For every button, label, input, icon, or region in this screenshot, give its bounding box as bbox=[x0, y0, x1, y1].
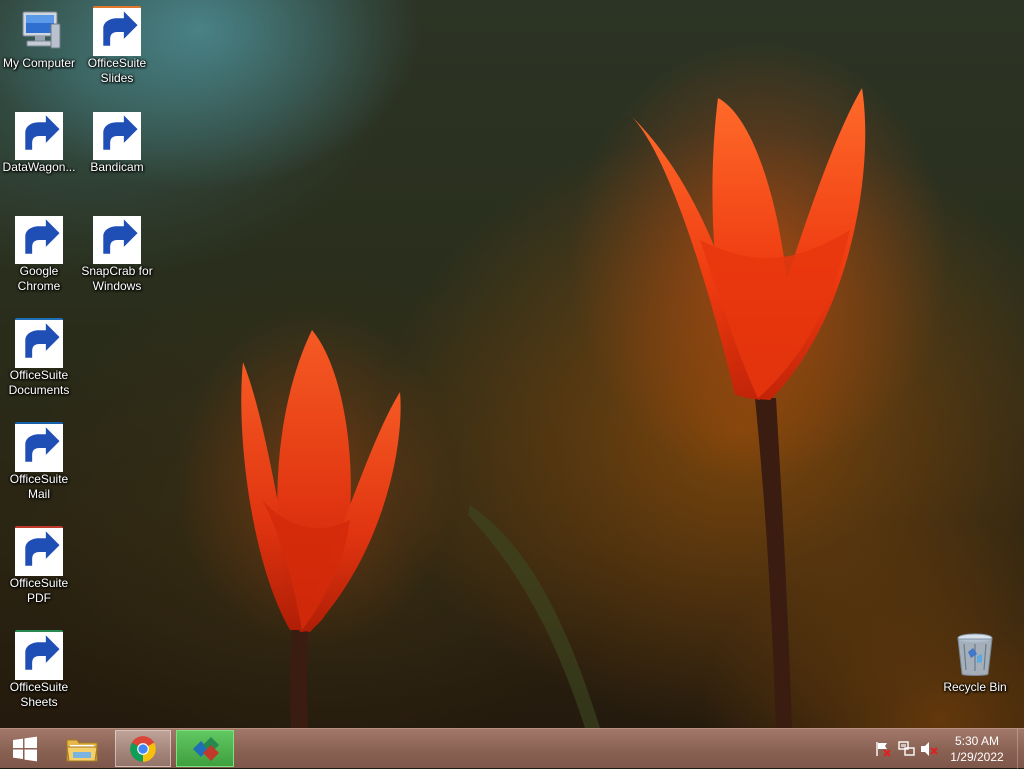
desktop-icon-google-chrome[interactable]: Google Chrome bbox=[0, 210, 78, 306]
icon-label: Google Chrome bbox=[17, 264, 61, 293]
computer-icon bbox=[22, 11, 61, 49]
shortcut-arrow-icon bbox=[93, 112, 141, 160]
desktop-icon-officesuite-slides[interactable]: OfficeSuite Slides bbox=[78, 2, 156, 98]
shortcut-arrow-icon bbox=[93, 216, 141, 264]
icon-label: OfficeSuite Sheets bbox=[9, 680, 69, 709]
desktop-icon-my-computer[interactable]: My Computer bbox=[0, 2, 78, 98]
taskbar-officesuite[interactable] bbox=[176, 730, 234, 767]
taskbar-google-chrome[interactable] bbox=[115, 730, 171, 767]
desktop[interactable]: My Computer OfficeSuite Slides DataWagon… bbox=[0, 0, 1024, 728]
icon-label: Recycle Bin bbox=[943, 680, 1007, 694]
icon-label: My Computer bbox=[2, 56, 76, 70]
chrome-icon bbox=[130, 735, 156, 762]
desktop-icon-officesuite-sheets[interactable]: OfficeSuite Sheets bbox=[0, 626, 78, 722]
icon-label: OfficeSuite Slides bbox=[87, 56, 147, 85]
shortcut-arrow-icon bbox=[15, 528, 63, 576]
desktop-icon-officesuite-pdf[interactable]: OfficeSuite PDF bbox=[0, 522, 78, 618]
volume-muted-icon[interactable] bbox=[920, 741, 938, 757]
desktop-icon-bandicam[interactable]: Bandicam bbox=[78, 106, 156, 202]
shortcut-arrow-icon bbox=[15, 632, 63, 680]
shortcut-arrow-icon bbox=[15, 112, 63, 160]
shortcut-arrow-icon bbox=[15, 216, 63, 264]
start-button[interactable] bbox=[0, 730, 50, 767]
officesuite-icon bbox=[193, 736, 219, 761]
icon-label: OfficeSuite Documents bbox=[8, 368, 70, 397]
clock-date: 1/29/2022 bbox=[950, 750, 1004, 764]
desktop-icon-officesuite-documents[interactable]: OfficeSuite Documents bbox=[0, 314, 78, 410]
desktop-icon-snapcrab[interactable]: SnapCrab for Windows bbox=[78, 210, 156, 306]
shortcut-arrow-icon bbox=[15, 320, 63, 368]
desktop-icon-recycle-bin[interactable]: Recycle Bin bbox=[936, 626, 1014, 722]
system-tray: 5:30 AM 1/29/2022 bbox=[864, 729, 1024, 769]
network-icon[interactable] bbox=[898, 741, 916, 757]
windows-logo-icon bbox=[13, 736, 37, 761]
icon-label: OfficeSuite PDF bbox=[9, 576, 69, 605]
recycle-bin-icon bbox=[957, 633, 993, 676]
taskbar: 5:30 AM 1/29/2022 bbox=[0, 728, 1024, 769]
icon-label: OfficeSuite Mail bbox=[9, 472, 69, 501]
show-desktop-button[interactable] bbox=[1017, 729, 1024, 769]
clock[interactable]: 5:30 AM 1/29/2022 bbox=[946, 733, 1008, 765]
icon-label: Bandicam bbox=[90, 160, 144, 174]
desktop-icon-officesuite-mail[interactable]: OfficeSuite Mail bbox=[0, 418, 78, 514]
folder-icon bbox=[66, 739, 98, 761]
shortcut-arrow-icon bbox=[93, 8, 141, 56]
action-center-flag-icon[interactable] bbox=[874, 741, 892, 757]
icon-label: SnapCrab for Windows bbox=[81, 264, 153, 293]
desktop-icon-datawagon[interactable]: DataWagon... bbox=[0, 106, 78, 202]
taskbar-file-explorer[interactable] bbox=[56, 730, 108, 767]
icon-label: DataWagon... bbox=[2, 160, 76, 174]
shortcut-arrow-icon bbox=[15, 424, 63, 472]
clock-time: 5:30 AM bbox=[954, 734, 1000, 748]
